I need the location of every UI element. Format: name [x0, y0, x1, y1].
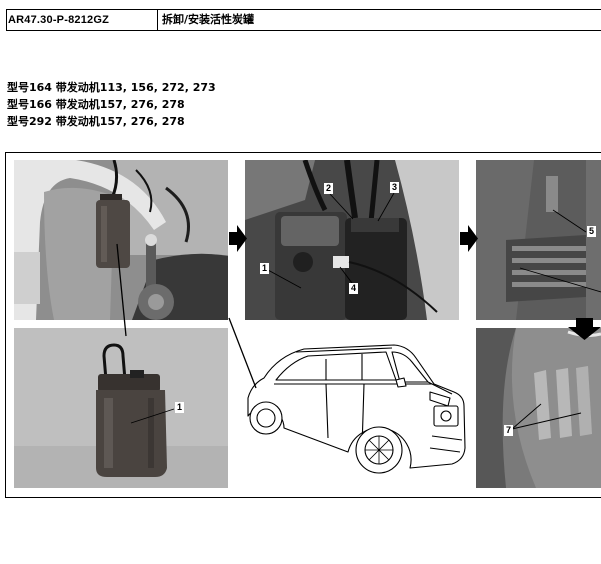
canister-right [345, 218, 407, 320]
callout-1-canister: 1 [260, 263, 270, 274]
document-title: 拆卸/安装活性炭罐 [162, 13, 255, 26]
document-header: AR47.30-P-8212GZ 拆卸/安装活性炭罐 [6, 9, 601, 31]
photo-wheel-arch-detail [476, 328, 601, 488]
front-wheel [355, 426, 403, 474]
applicability-line: 型号164 带发动机113, 156, 272, 273 [7, 81, 216, 94]
side-mirror [395, 377, 407, 388]
document-code: AR47.30-P-8212GZ [7, 10, 158, 30]
bracket-image [476, 160, 601, 320]
callout-7-fins: 7 [504, 425, 514, 436]
callout-2-hose: 2 [324, 183, 334, 194]
star-emblem [440, 410, 452, 422]
retaining-tab [546, 176, 558, 212]
wheel-arch-overview-image [14, 160, 228, 320]
wheel-arch-detail-image [476, 328, 601, 488]
photo-canister-inset [14, 328, 228, 488]
inner-wall [114, 160, 228, 255]
liner-fins [534, 366, 592, 440]
canister-cap [98, 374, 160, 392]
callout-4-connector: 4 [349, 283, 359, 294]
applicability-line: 型号166 带发动机157, 276, 278 [7, 98, 185, 111]
manual-page: AR47.30-P-8212GZ 拆卸/安装活性炭罐 型号164 带发动机113… [0, 0, 601, 564]
applicability-list: 型号164 带发动机113, 156, 272, 273 型号166 带发动机1… [7, 79, 216, 130]
vehicle-illustration [247, 344, 466, 474]
rear-wheel [249, 401, 283, 435]
photo-wheel-arch-overview [14, 160, 228, 320]
canister-inset-image [14, 328, 228, 488]
canister-mounted-image [245, 160, 459, 320]
applicability-line: 型号292 带发动机157, 276, 278 [7, 115, 185, 128]
photo-canister-mounted [245, 160, 459, 320]
callout-5-tab: 5 [587, 226, 597, 237]
callout-3-hose: 3 [390, 182, 400, 193]
photo-bracket [476, 160, 601, 320]
electrical-connector [333, 256, 349, 268]
callout-1-inset: 1 [175, 402, 185, 413]
